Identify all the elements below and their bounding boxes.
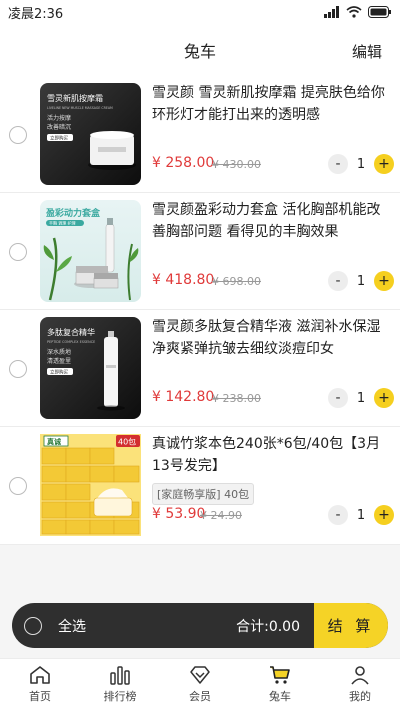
svg-text:立即购买: 立即购买	[50, 135, 68, 142]
product-price: ¥ 258.00	[152, 155, 215, 171]
decrease-button[interactable]: -	[328, 271, 348, 291]
product-image[interactable]: 多肽复合精华 PEPTIDE COMPLEX ESSENCE 深水质地 清透盈里…	[40, 317, 141, 419]
svg-text:丰胸 调理 护理: 丰胸 调理 护理	[49, 220, 76, 226]
tab-cart[interactable]: 兔车	[240, 659, 320, 710]
svg-text:LIVELINE NEW MUSCLE MASSAGE CR: LIVELINE NEW MUSCLE MASSAGE CREAM	[47, 106, 113, 110]
product-name[interactable]: 雪灵颜多肽复合精华液 滋润补水保湿净爽紧弹抗皱去细纹淡痘印女	[152, 316, 392, 360]
original-price: ¥ 430.00	[212, 158, 261, 171]
status-time: 凌晨2:36	[8, 6, 64, 22]
tab-ranking[interactable]: 排行榜	[80, 659, 160, 710]
svg-text:雪灵新肌按摩霜: 雪灵新肌按摩霜	[47, 93, 103, 103]
tab-home[interactable]: 首页	[0, 659, 80, 710]
svg-text:多肽复合精华: 多肽复合精华	[47, 327, 95, 337]
tab-profile[interactable]: 我的	[320, 659, 400, 710]
cart-item: 真诚 40包 真诚竹浆本色240张*6包/40包【3月13号发完】 [家庭畅享版…	[0, 427, 400, 545]
item-checkbox[interactable]	[9, 126, 27, 144]
product-name[interactable]: 真诚竹浆本色240张*6包/40包【3月13号发完】	[152, 433, 392, 477]
increase-button[interactable]: +	[374, 388, 394, 408]
cart-icon	[270, 666, 290, 684]
tab-label: 兔车	[269, 690, 291, 703]
product-image[interactable]: 盈彩动力套盒 丰胸 调理 护理	[40, 200, 141, 302]
product-image[interactable]: 真诚 40包	[40, 434, 141, 536]
checkout-button[interactable]: 结 算	[314, 603, 388, 648]
original-price: ¥ 698.00	[212, 275, 261, 288]
tab-label: 会员	[189, 690, 211, 703]
tab-bar: 首页 排行榜 会员 兔车 我的	[0, 658, 400, 710]
decrease-button[interactable]: -	[328, 505, 348, 525]
product-image[interactable]: 雪灵新肌按摩霜 LIVELINE NEW MUSCLE MASSAGE CREA…	[40, 83, 141, 185]
product-name[interactable]: 雪灵颜 雪灵新肌按摩霜 提亮肤色给你环形灯才能打出来的透明感	[152, 82, 392, 126]
product-price: ¥ 418.80	[152, 272, 215, 288]
total-amount: 合计:0.00	[236, 618, 300, 635]
svg-text:改善暗沉: 改善暗沉	[47, 123, 71, 131]
ranking-icon	[110, 666, 130, 685]
quantity-value: 1	[356, 507, 366, 523]
wifi-icon	[346, 6, 362, 18]
quantity-value: 1	[356, 273, 366, 289]
item-checkbox[interactable]	[9, 477, 27, 495]
tab-member[interactable]: 会员	[160, 659, 240, 710]
variant-tag[interactable]: [家庭畅享版] 40包	[152, 483, 255, 505]
select-all-checkbox[interactable]	[24, 616, 42, 635]
product-price: ¥ 53.90	[152, 506, 206, 522]
decrease-button[interactable]: -	[328, 388, 348, 408]
status-bar: 凌晨2:36	[0, 0, 400, 24]
svg-text:立即购买: 立即购买	[50, 369, 68, 376]
select-all-label[interactable]: 全选	[58, 616, 86, 636]
tab-label: 我的	[349, 690, 371, 703]
cart-item: 多肽复合精华 PEPTIDE COMPLEX ESSENCE 深水质地 清透盈里…	[0, 310, 400, 427]
tab-label: 首页	[29, 690, 51, 703]
quantity-value: 1	[356, 156, 366, 172]
nav-bar: 兔车 编辑	[0, 24, 400, 76]
product-price: ¥ 142.80	[152, 389, 215, 405]
profile-icon	[351, 666, 369, 685]
checkout-bar: 全选 合计:0.00 结 算	[12, 603, 388, 648]
original-price: ¥ 238.00	[212, 392, 261, 405]
svg-text:真诚: 真诚	[47, 437, 61, 446]
member-diamond-icon	[190, 666, 210, 684]
decrease-button[interactable]: -	[328, 154, 348, 174]
status-icons	[324, 6, 392, 18]
svg-text:盈彩动力套盒: 盈彩动力套盒	[45, 207, 101, 219]
cart-item: 盈彩动力套盒 丰胸 调理 护理 雪灵颜盈彩动力套盒 活化胸部机能改善胸部问题 看…	[0, 193, 400, 310]
quantity-stepper: - 1 +	[328, 505, 394, 525]
quantity-stepper: - 1 +	[328, 154, 394, 174]
increase-button[interactable]: +	[374, 505, 394, 525]
edit-button[interactable]: 编辑	[352, 41, 382, 62]
product-name[interactable]: 雪灵颜盈彩动力套盒 活化胸部机能改善胸部问题 看得见的丰胸效果	[152, 199, 392, 243]
svg-text:深水质地: 深水质地	[47, 348, 71, 356]
svg-text:清透盈里: 清透盈里	[47, 357, 71, 365]
original-price: ¥ 24.90	[200, 509, 242, 522]
page-title: 兔车	[183, 42, 216, 61]
tab-label: 排行榜	[103, 690, 137, 703]
increase-button[interactable]: +	[374, 271, 394, 291]
home-icon	[30, 666, 50, 684]
svg-text:PEPTIDE COMPLEX ESSENCE: PEPTIDE COMPLEX ESSENCE	[47, 340, 95, 344]
signal-icon	[324, 6, 339, 18]
battery-icon	[368, 6, 391, 18]
svg-text:40包: 40包	[118, 437, 136, 447]
increase-button[interactable]: +	[374, 154, 394, 174]
cart-list: 雪灵新肌按摩霜 LIVELINE NEW MUSCLE MASSAGE CREA…	[0, 76, 400, 545]
quantity-stepper: - 1 +	[328, 388, 394, 408]
item-checkbox[interactable]	[9, 360, 27, 378]
cart-item: 雪灵新肌按摩霜 LIVELINE NEW MUSCLE MASSAGE CREA…	[0, 76, 400, 193]
quantity-value: 1	[356, 390, 366, 406]
item-checkbox[interactable]	[9, 243, 27, 261]
svg-text:活力按摩: 活力按摩	[47, 114, 71, 122]
quantity-stepper: - 1 +	[328, 271, 394, 291]
